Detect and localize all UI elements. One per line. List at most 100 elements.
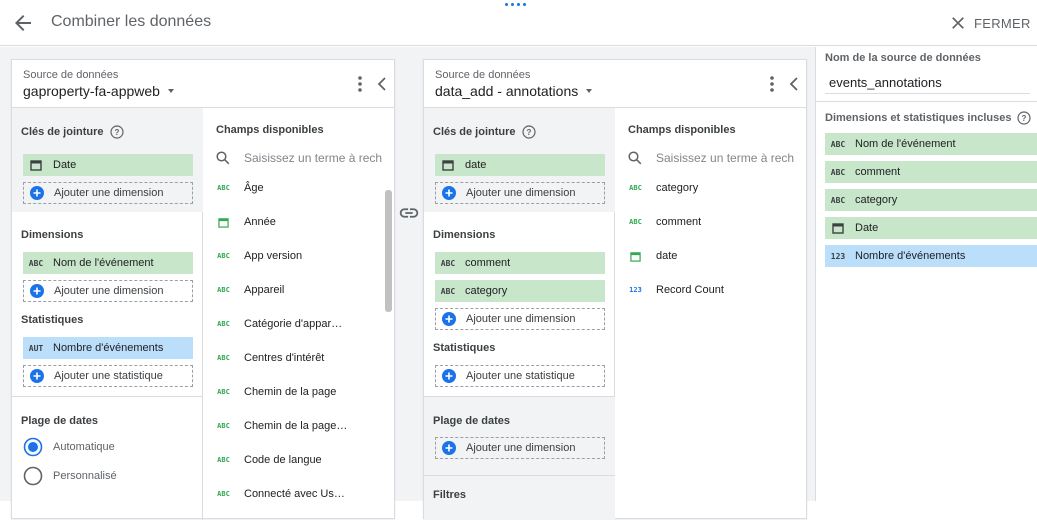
top-bar: Combiner les données FERMER [0, 0, 1037, 46]
help-icon[interactable]: ? [1017, 111, 1032, 125]
arrow-back-icon[interactable] [11, 11, 35, 35]
help-icon[interactable]: ? [109, 125, 124, 139]
add-dimension-button[interactable]: Ajouter une dimension [435, 308, 605, 330]
config-column: Clés de jointure ? Date Ajouter une dime… [12, 108, 203, 520]
add-circle-icon [442, 312, 456, 326]
caret-down-icon [167, 89, 174, 93]
add-circle-icon [30, 186, 44, 200]
available-fields-column: Champs disponibles ABCcategory ABCcommen… [615, 108, 808, 520]
link-icon[interactable] [398, 202, 420, 224]
field-item[interactable]: ABC Chemin de la page… [216, 417, 347, 435]
available-fields-title: Champs disponibles [216, 124, 324, 136]
add-metric-button[interactable]: Ajouter une statistique [435, 365, 605, 387]
text-type-icon: ABC [217, 286, 230, 294]
field-search-input[interactable] [656, 151, 796, 165]
dimension-chip[interactable]: ABC comment [435, 252, 605, 274]
available-fields-column: Champs disponibles ABCÂge Année ABCApp v… [203, 108, 396, 520]
text-type-icon: ABC [217, 422, 230, 430]
metric-label: Nombre d'événements [53, 342, 164, 354]
join-key-label: date [465, 159, 487, 171]
calendar-icon [218, 217, 229, 228]
text-type-icon: ABC [830, 195, 846, 205]
calendar-icon [30, 160, 42, 171]
field-item[interactable]: ABC Catégorie d'appar… [216, 315, 342, 333]
field-search-input[interactable] [244, 151, 384, 165]
join-keys-title: Clés de jointure ? [21, 125, 124, 139]
field-item[interactable]: Année [216, 213, 276, 231]
dims-metrics-section: Dimensions ABC comment ABC category Ajou… [424, 212, 615, 396]
source-selector[interactable]: data_add - annotations [435, 83, 593, 99]
add-circle-icon [442, 186, 456, 200]
field-item[interactable]: ABC Code de langue [216, 451, 322, 469]
field-item[interactable]: ABC Appareil [216, 281, 284, 299]
text-type-icon: ABC [217, 252, 230, 260]
radio-unchecked-icon [23, 466, 43, 486]
add-date-dimension-button[interactable]: Ajouter une dimension [435, 437, 605, 459]
help-icon[interactable]: ? [521, 125, 536, 139]
field-item[interactable]: ABC Connecté avec Us… [216, 485, 345, 503]
add-metric-button[interactable]: Ajouter une statistique [23, 365, 193, 387]
aggregation-icon: AUT [28, 343, 44, 353]
included-field-chip[interactable]: ABC category [825, 189, 1037, 211]
text-type-icon: ABC [629, 218, 642, 226]
dimension-chip[interactable]: ABC Nom de l'événement [23, 252, 193, 274]
blend-result-panel: Nom de la source de données Dimensions e… [815, 47, 1037, 501]
chevron-left-icon[interactable] [374, 74, 390, 94]
metrics-title: Statistiques [433, 342, 496, 354]
more-vert-icon[interactable] [764, 74, 780, 94]
field-item[interactable]: ABC App version [216, 247, 302, 265]
calendar-icon [630, 251, 641, 262]
dimension-chip[interactable]: ABC category [435, 280, 605, 302]
join-key-chip[interactable]: date [435, 154, 605, 176]
included-field-chip[interactable]: ABC comment [825, 161, 1037, 183]
chevron-left-icon[interactable] [786, 74, 802, 94]
date-range-section: Plage de dates Automatique Personnalisé [12, 397, 203, 520]
source-label: Source de données [23, 69, 119, 81]
close-button[interactable]: FERMER [948, 11, 1031, 35]
field-item[interactable]: ABC Chemin de la page [216, 383, 336, 401]
included-field-chip[interactable]: 123 Nombre d'événements [825, 245, 1037, 267]
text-type-icon: ABC [217, 456, 230, 464]
more-vert-icon[interactable] [352, 74, 368, 94]
included-field-chip[interactable]: Date [825, 217, 1037, 239]
text-type-icon: ABC [217, 354, 230, 362]
scrollbar-thumb[interactable] [385, 190, 392, 312]
blend-name-input[interactable] [825, 72, 1030, 94]
join-key-chip[interactable]: Date [23, 154, 193, 176]
config-column: Clés de jointure ? date Ajouter une dime… [424, 108, 615, 520]
field-item[interactable]: ABC category [628, 179, 698, 197]
metric-chip[interactable]: AUT Nombre d'événements [23, 337, 193, 359]
page-title: Combiner les données [51, 13, 212, 30]
dims-metrics-section: Dimensions ABC Nom de l'événement Ajoute… [12, 212, 203, 396]
number-type-icon: 123 [830, 251, 846, 261]
included-field-chip[interactable]: ABC Nom de l'événement [825, 133, 1037, 155]
join-keys-section: Clés de jointure ? Date Ajouter une dime… [12, 108, 203, 212]
radio-custom[interactable]: Personnalisé [23, 466, 117, 486]
field-item[interactable]: 123 Record Count [628, 281, 724, 299]
field-item[interactable]: ABC Âge [216, 179, 263, 197]
field-item[interactable]: date [628, 247, 677, 265]
join-keys-title: Clés de jointure ? [433, 125, 536, 139]
text-type-icon: ABC [830, 167, 846, 177]
blend-canvas: Source de données gaproperty-fa-appweb C… [0, 47, 815, 520]
add-dimension-button[interactable]: Ajouter une dimension [23, 280, 193, 302]
source-selector[interactable]: gaproperty-fa-appweb [23, 83, 174, 99]
dimensions-title: Dimensions [433, 229, 496, 241]
field-item[interactable]: ABC comment [628, 213, 701, 231]
field-item[interactable]: ABC Centres d'intérêt [216, 349, 324, 367]
text-type-icon: ABC [629, 184, 642, 192]
add-join-dimension-button[interactable]: Ajouter une dimension [435, 182, 605, 204]
source-name: gaproperty-fa-appweb [23, 83, 160, 99]
close-label: FERMER [974, 15, 1031, 31]
add-join-dimension-button[interactable]: Ajouter une dimension [23, 182, 193, 204]
caret-down-icon [586, 89, 593, 93]
dimensions-title: Dimensions [21, 229, 84, 241]
drag-handle-icon[interactable] [505, 3, 529, 9]
radio-checked-icon [23, 437, 43, 457]
join-key-label: Date [53, 159, 77, 171]
card-header: Source de données gaproperty-fa-appweb [12, 60, 394, 108]
radio-automatic[interactable]: Automatique [23, 437, 115, 457]
text-type-icon: ABC [217, 184, 230, 192]
close-icon [952, 17, 964, 29]
join-keys-section: Clés de jointure ? date Ajouter une dime… [424, 108, 615, 212]
